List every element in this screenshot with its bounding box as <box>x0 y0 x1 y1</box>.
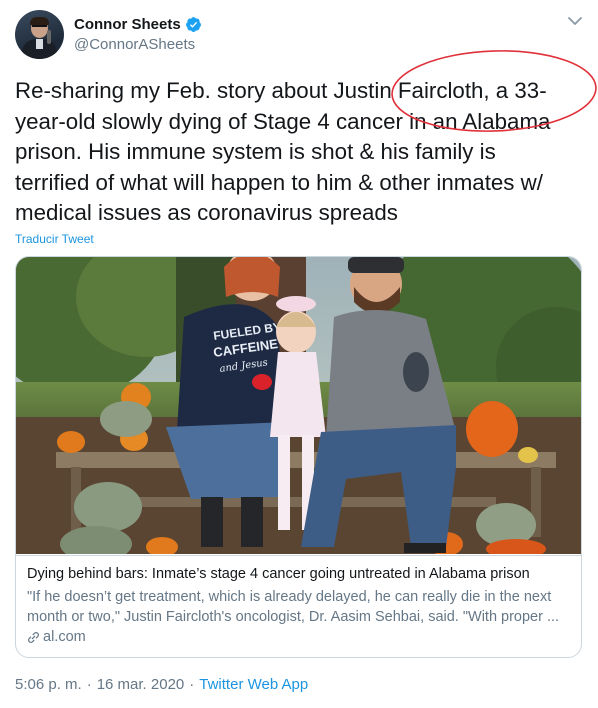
card-domain: al.com <box>43 629 86 645</box>
avatar[interactable] <box>15 10 64 59</box>
card-domain-row: al.com <box>27 629 86 645</box>
card-description: "If he doesn’t get treatment, which is a… <box>27 589 560 625</box>
card-info[interactable]: Dying behind bars: Inmate’s stage 4 canc… <box>16 555 581 657</box>
chevron-down-icon[interactable] <box>566 14 584 28</box>
meta-separator-2: · <box>189 676 195 693</box>
tweet-date[interactable]: 16 mar. 2020 <box>97 676 185 693</box>
avatar-glasses <box>32 25 47 30</box>
link-icon <box>28 631 39 643</box>
tweet-meta: 5:06 p. m. · 16 mar. 2020 · Twitter Web … <box>15 676 308 693</box>
verified-badge-icon <box>185 16 201 32</box>
avatar-microphone <box>47 30 51 44</box>
link-preview-card[interactable]: FUELED BY CAFFEINE and Jesus Dying behin… <box>15 256 582 658</box>
translate-tweet-link[interactable]: Traducir Tweet <box>15 232 94 246</box>
author-name-row[interactable]: Connor Sheets <box>74 14 202 34</box>
tweet-source-link[interactable]: Twitter Web App <box>199 676 308 693</box>
avatar-collar <box>36 39 43 49</box>
tweet: Connor Sheets @ConnorASheets Re-sharing … <box>0 0 598 708</box>
author-display-name[interactable]: Connor Sheets <box>74 16 181 33</box>
card-title[interactable]: Dying behind bars: Inmate’s stage 4 canc… <box>27 566 572 582</box>
card-image: FUELED BY CAFFEINE and Jesus <box>16 257 581 554</box>
author-handle[interactable]: @ConnorASheets <box>74 36 195 53</box>
tweet-text: Re-sharing my Feb. story about Justin Fa… <box>15 78 551 225</box>
avatar-hair <box>30 17 49 25</box>
tweet-time[interactable]: 5:06 p. m. <box>15 676 82 693</box>
meta-separator: · <box>86 676 92 693</box>
